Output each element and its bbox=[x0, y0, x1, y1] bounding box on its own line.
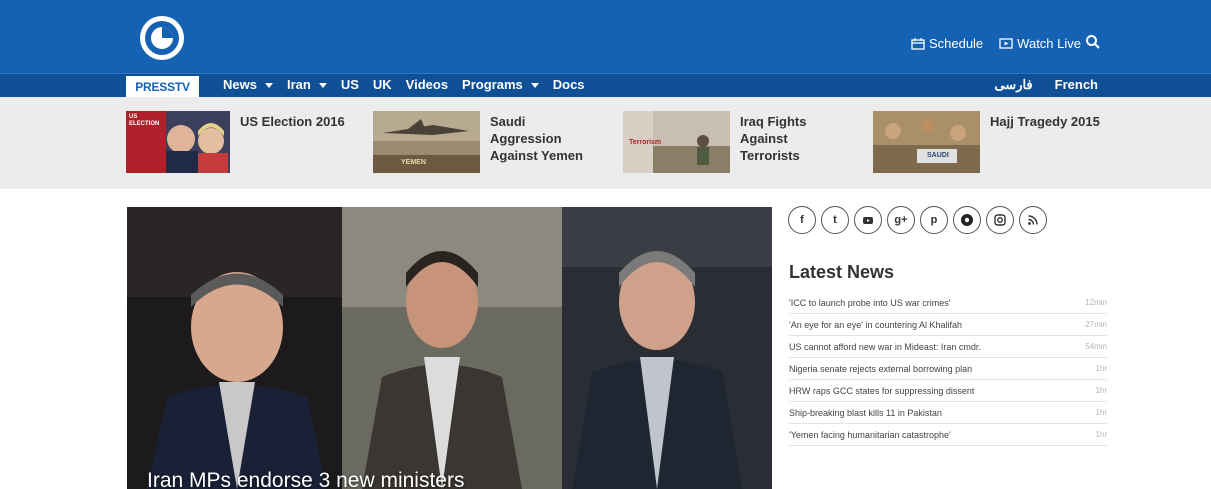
topic-thumb-text: SAUDI bbox=[927, 152, 949, 159]
instagram-icon[interactable] bbox=[986, 206, 1014, 234]
nav-videos-label: Videos bbox=[405, 77, 449, 92]
pinterest-icon[interactable]: p bbox=[920, 206, 948, 234]
topic-thumbnail: SAUDI bbox=[873, 111, 980, 173]
hero-photo-panel bbox=[562, 207, 772, 489]
topic-thumb-text: YEMEN bbox=[401, 159, 426, 166]
hero-caption[interactable]: Iran MPs endorse 3 new ministers bbox=[147, 469, 464, 489]
nav-uk[interactable]: UK bbox=[373, 77, 392, 92]
news-headline: 'An eye for an eye' in countering Al Kha… bbox=[789, 319, 963, 330]
main-nav: News Iran US UK Videos Programs Docs bbox=[223, 77, 585, 92]
calendar-icon bbox=[911, 37, 925, 50]
facebook-icon[interactable]: f bbox=[788, 206, 816, 234]
other-social-icon[interactable] bbox=[953, 206, 981, 234]
topic-saudi-aggression[interactable]: YEMEN Saudi Aggression Against Yemen bbox=[373, 111, 600, 173]
topic-thumbnail: YEMEN bbox=[373, 111, 480, 173]
topic-thumb-text: Terrorism bbox=[629, 139, 662, 146]
social-links: f t g+ p bbox=[788, 206, 1047, 234]
twitter-icon[interactable]: t bbox=[821, 206, 849, 234]
news-timestamp: 12min bbox=[1085, 298, 1107, 307]
news-headline: 'Yemen facing humanitarian catastrophe' bbox=[789, 429, 951, 440]
news-headline: Nigeria senate rejects external borrowin… bbox=[789, 363, 973, 374]
nav-news[interactable]: News bbox=[223, 77, 273, 92]
list-item[interactable]: US cannot afford new war in Mideast: Ira… bbox=[789, 336, 1107, 358]
news-timestamp: 27min bbox=[1085, 320, 1107, 329]
presstv-logo[interactable]: PRESSTV bbox=[126, 8, 199, 98]
hero-photo-panel bbox=[342, 207, 562, 489]
google-plus-icon[interactable]: g+ bbox=[887, 206, 915, 234]
topic-title: US Election 2016 bbox=[240, 114, 345, 129]
logo-wordmark: PRESSTV bbox=[126, 76, 199, 98]
topic-thumb-text: US ELECTION bbox=[129, 114, 160, 127]
nav-programs-label: Programs bbox=[462, 77, 523, 92]
topic-thumbnail: Terrorism bbox=[623, 111, 730, 173]
news-headline: Ship-breaking blast kills 11 in Pakistan bbox=[789, 407, 942, 418]
rss-icon[interactable] bbox=[1019, 206, 1047, 234]
nav-iran-label: Iran bbox=[286, 77, 311, 92]
news-timestamp: 1hr bbox=[1095, 430, 1107, 439]
chevron-down-icon bbox=[318, 83, 327, 88]
news-headline: HRW raps GCC states for suppressing diss… bbox=[789, 385, 975, 396]
schedule-link[interactable]: Schedule bbox=[911, 36, 983, 51]
news-timestamp: 1hr bbox=[1095, 364, 1107, 373]
watch-live-link[interactable]: Watch Live bbox=[999, 36, 1081, 51]
tv-icon bbox=[999, 37, 1013, 49]
list-item[interactable]: Nigeria senate rejects external borrowin… bbox=[789, 358, 1107, 380]
news-timestamp: 54min bbox=[1085, 342, 1107, 351]
chevron-down-icon bbox=[264, 83, 273, 88]
nav-videos[interactable]: Videos bbox=[406, 77, 448, 92]
youtube-icon[interactable] bbox=[854, 206, 882, 234]
topic-title: Hajj Tragedy 2015 bbox=[990, 114, 1100, 129]
list-item[interactable]: 'ICC to launch probe into US war crimes'… bbox=[789, 292, 1107, 314]
nav-us[interactable]: US bbox=[341, 77, 359, 92]
news-headline: 'ICC to launch probe into US war crimes' bbox=[789, 297, 951, 308]
topic-title: Saudi Aggression Against Yemen bbox=[490, 114, 583, 163]
topic-hajj-tragedy[interactable]: SAUDI Hajj Tragedy 2015 bbox=[873, 111, 1100, 173]
nav-us-label: US bbox=[340, 77, 359, 92]
nav-news-label: News bbox=[223, 77, 257, 92]
watch-live-label: Watch Live bbox=[1017, 36, 1081, 51]
nav-uk-label: UK bbox=[372, 77, 392, 92]
list-item[interactable]: Ship-breaking blast kills 11 in Pakistan… bbox=[789, 402, 1107, 424]
chevron-down-icon bbox=[530, 83, 539, 88]
list-item[interactable]: 'An eye for an eye' in countering Al Kha… bbox=[789, 314, 1107, 336]
nav-iran[interactable]: Iran bbox=[287, 77, 327, 92]
lang-french[interactable]: French bbox=[1055, 77, 1098, 93]
list-item[interactable]: HRW raps GCC states for suppressing diss… bbox=[789, 380, 1107, 402]
schedule-label: Schedule bbox=[928, 36, 984, 51]
news-timestamp: 1hr bbox=[1095, 386, 1107, 395]
logo-emblem-icon bbox=[140, 16, 184, 60]
list-item[interactable]: 'Yemen facing humanitarian catastrophe' 1… bbox=[789, 424, 1107, 446]
topic-thumbnail: US ELECTION bbox=[126, 111, 230, 173]
search-icon[interactable] bbox=[1085, 34, 1101, 50]
latest-news-title: Latest News bbox=[789, 262, 895, 282]
language-switcher: فارسی French bbox=[994, 77, 1098, 93]
topic-iraq-fights[interactable]: Terrorism Iraq Fights Against Terrorists bbox=[623, 111, 850, 173]
latest-news-list: 'ICC to launch probe into US war crimes'… bbox=[789, 292, 1107, 446]
nav-programs[interactable]: Programs bbox=[462, 77, 539, 92]
hero-image[interactable]: Iran MPs endorse 3 new ministers bbox=[127, 207, 772, 489]
topic-title: Iraq Fights Against Terrorists bbox=[740, 114, 807, 163]
lang-persian[interactable]: فارسی bbox=[994, 77, 1032, 93]
nav-docs-label: Docs bbox=[552, 77, 585, 92]
hero-photo-panel bbox=[127, 207, 342, 489]
nav-docs[interactable]: Docs bbox=[553, 77, 585, 92]
news-timestamp: 1hr bbox=[1095, 408, 1107, 417]
topics-strip: US ELECTION US Election 2016 YEMEN Saudi… bbox=[0, 97, 1211, 189]
topic-us-election[interactable]: US ELECTION US Election 2016 bbox=[126, 111, 350, 173]
news-headline: US cannot afford new war in Mideast: Ira… bbox=[789, 341, 981, 352]
